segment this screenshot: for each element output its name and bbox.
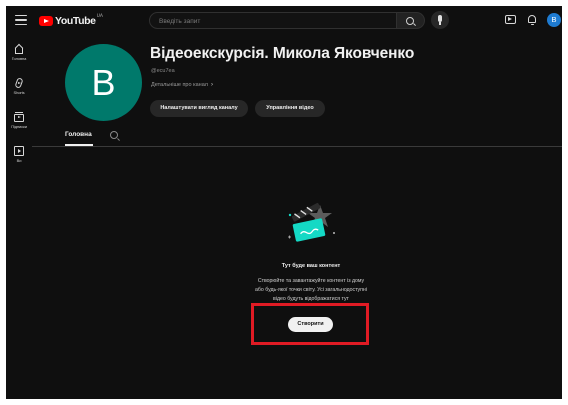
sidebar-item-you[interactable]: Ви (6, 146, 32, 163)
sidebar-item-label: Shorts (13, 90, 25, 95)
you-icon (14, 146, 24, 156)
account-avatar[interactable]: В (547, 13, 561, 27)
tabs-divider (32, 146, 562, 147)
menu-icon[interactable] (15, 15, 27, 25)
search-input[interactable] (159, 15, 389, 27)
empty-state-description-line: Створюйте та завантажуйте контент із дом… (257, 278, 365, 284)
empty-state-title: Тут буде ваш контент (281, 263, 341, 269)
channel-handle: @ecu7ea (151, 68, 175, 74)
customize-channel-button[interactable]: Налаштувати вигляд каналу (150, 100, 248, 117)
home-icon (14, 44, 24, 54)
empty-state-description-line: або будь-якої точки світу. Усі загальнод… (255, 287, 367, 293)
empty-state-description-line: відео будуть відображатися тут (273, 296, 349, 302)
channel-about-label: Детальніше про канал (151, 82, 208, 88)
youtube-logo[interactable]: YouTube UA (39, 13, 103, 29)
subscriptions-icon (14, 112, 24, 122)
channel-avatar: В (65, 44, 142, 121)
voice-search-button[interactable] (431, 11, 449, 29)
clapperboard-illustration (288, 202, 335, 242)
search-box (149, 12, 397, 29)
chevron-right-icon: › (210, 82, 213, 88)
tab-home[interactable]: Головна (65, 131, 92, 138)
create-video-icon[interactable] (505, 15, 516, 24)
sidebar-item-shorts[interactable]: Shorts (6, 78, 32, 95)
masthead: YouTube UA В (6, 6, 562, 36)
search-button[interactable] (397, 12, 425, 29)
notifications-bell-icon[interactable] (527, 14, 537, 26)
youtube-window: YouTube UA В Головна Shorts Підписки (6, 6, 562, 399)
create-button[interactable]: Створити (288, 317, 333, 332)
logo-text: YouTube (55, 15, 96, 27)
sidebar-item-label: Підписки (11, 124, 27, 129)
channel-search-icon[interactable] (110, 131, 118, 139)
channel-about-link[interactable]: Детальніше про канал › (151, 82, 213, 88)
manage-videos-button[interactable]: Управління відео (255, 100, 325, 117)
sidebar-item-label: Ви (16, 158, 22, 163)
shorts-icon (14, 78, 24, 88)
sidebar-item-home[interactable]: Головна (6, 44, 32, 61)
logo-country-code: UA (96, 14, 103, 19)
youtube-play-icon (39, 16, 53, 26)
sidebar-item-subscriptions[interactable]: Підписки (6, 112, 32, 129)
microphone-icon (438, 15, 442, 22)
sidebar-item-label: Головна (11, 56, 27, 61)
channel-title: Відеоекскурсія. Микола Яковченко (150, 45, 415, 62)
